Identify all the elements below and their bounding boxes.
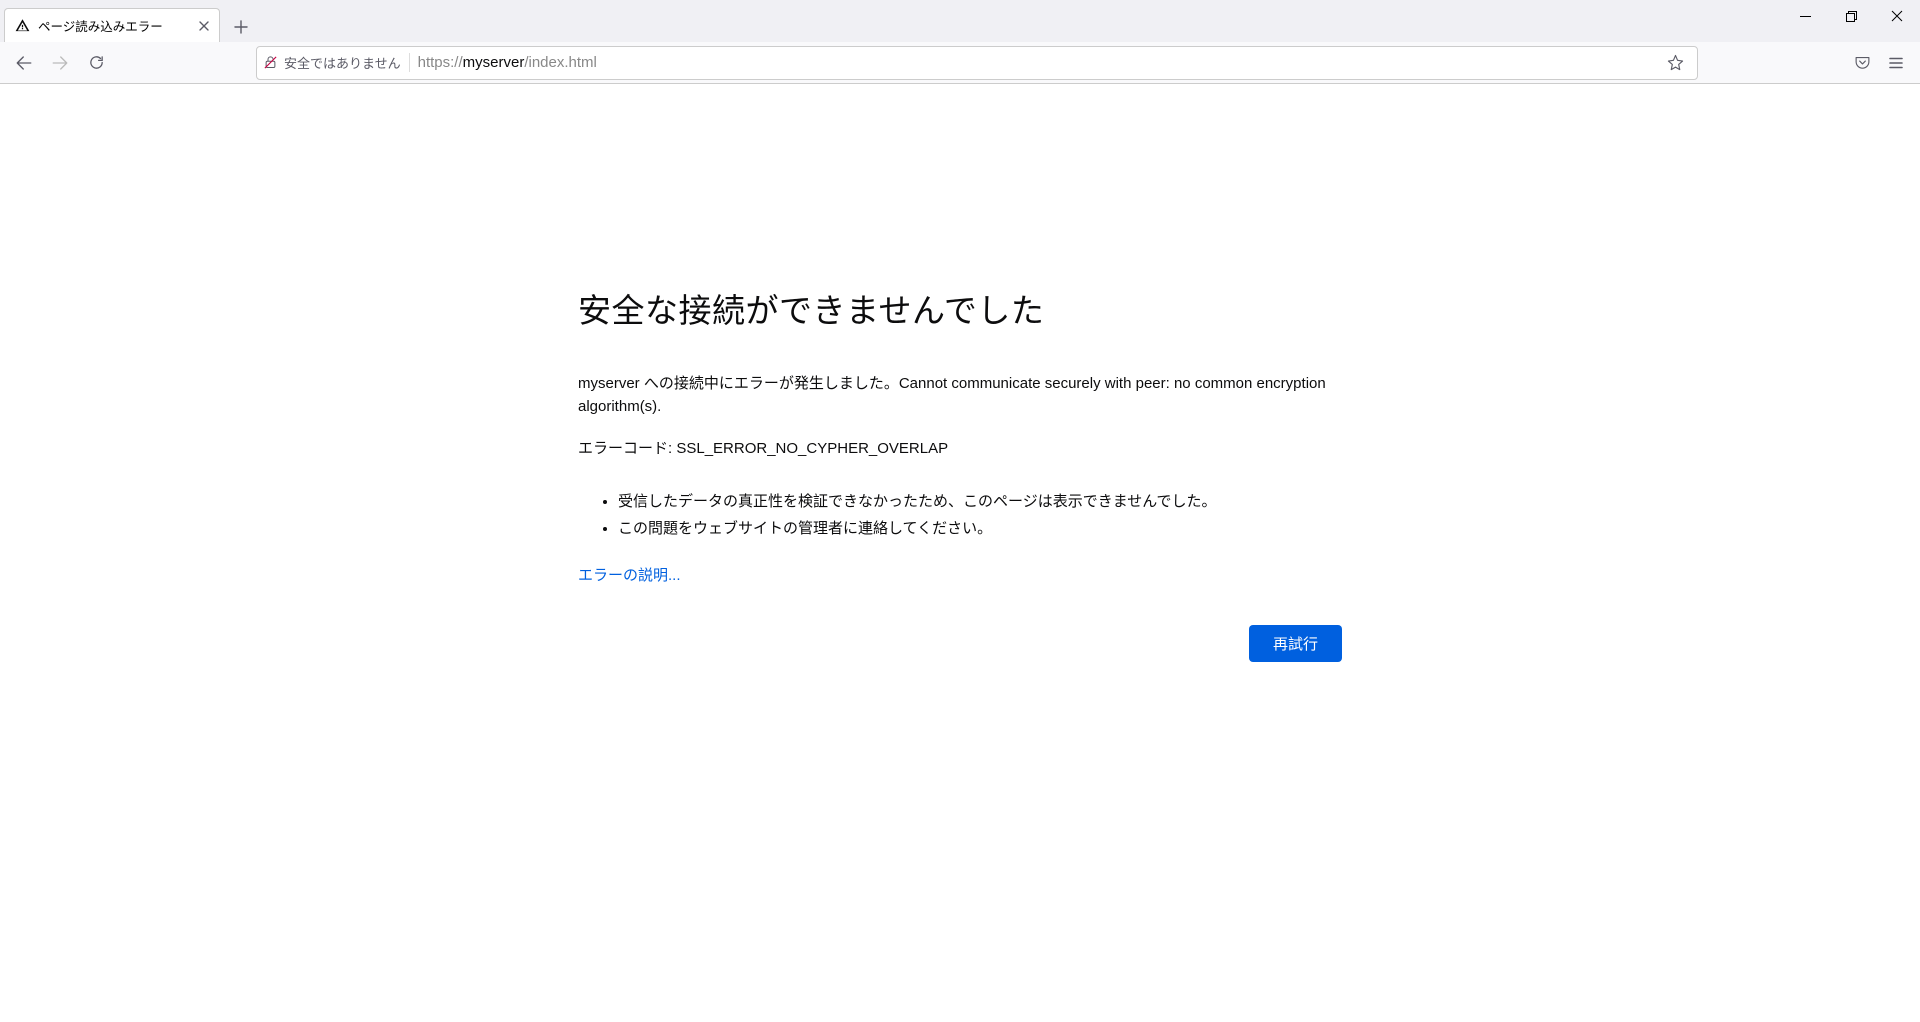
error-container: 安全な接続ができませんでした myserver への接続中にエラーが発生しました… — [578, 284, 1342, 662]
error-code: エラーコード: SSL_ERROR_NO_CYPHER_OVERLAP — [578, 437, 1342, 458]
security-label: 安全ではありません — [284, 53, 401, 72]
maximize-button[interactable] — [1828, 0, 1874, 32]
browser-tab[interactable]: ページ読み込みエラー — [4, 8, 220, 42]
learn-more-link[interactable]: エラーの説明... — [578, 567, 681, 584]
retry-row: 再試行 — [578, 625, 1342, 662]
tab-strip: ページ読み込みエラー — [0, 0, 1920, 42]
page-content: 安全な接続ができませんでした myserver への接続中にエラーが発生しました… — [0, 84, 1920, 662]
back-button[interactable] — [8, 47, 40, 79]
minimize-button[interactable] — [1782, 0, 1828, 32]
error-bullet: 受信したデータの真正性を検証できなかったため、このページは表示できませんでした。 — [618, 488, 1342, 515]
warning-icon — [15, 18, 30, 33]
url-bar[interactable]: 安全ではありません https://myserver/index.html — [256, 46, 1698, 80]
url-text: https://myserver/index.html — [418, 54, 1651, 71]
error-title: 安全な接続ができませんでした — [578, 284, 1342, 332]
close-tab-button[interactable] — [195, 17, 213, 35]
bookmark-star-button[interactable] — [1659, 47, 1691, 79]
lock-insecure-icon — [263, 55, 278, 70]
window-controls — [1782, 0, 1920, 40]
toolbar-right — [1846, 47, 1912, 79]
error-bullet-list: 受信したデータの真正性を検証できなかったため、このページは表示できませんでした。… — [578, 488, 1342, 542]
security-indicator[interactable]: 安全ではありません — [263, 53, 410, 72]
pocket-button[interactable] — [1846, 47, 1878, 79]
error-code-value: SSL_ERROR_NO_CYPHER_OVERLAP — [676, 440, 948, 457]
app-menu-button[interactable] — [1880, 47, 1912, 79]
tab-title: ページ読み込みエラー — [38, 16, 187, 35]
forward-button[interactable] — [44, 47, 76, 79]
new-tab-button[interactable] — [226, 12, 256, 42]
close-window-button[interactable] — [1874, 0, 1920, 32]
toolbar: 安全ではありません https://myserver/index.html — [0, 42, 1920, 84]
retry-button[interactable]: 再試行 — [1249, 625, 1342, 662]
reload-button[interactable] — [80, 47, 112, 79]
error-description: myserver への接続中にエラーが発生しました。Cannot communi… — [578, 372, 1342, 419]
error-bullet: この問題をウェブサイトの管理者に連絡してください。 — [618, 515, 1342, 542]
